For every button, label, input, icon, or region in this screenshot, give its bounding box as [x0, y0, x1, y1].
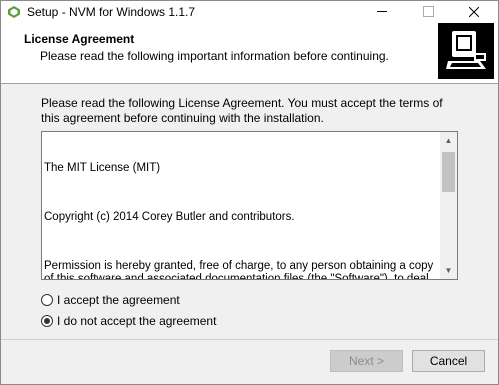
minimize-icon [377, 11, 387, 13]
license-text: The MIT License (MIT) Copyright (c) 2014… [44, 136, 436, 280]
accept-radio-button[interactable] [41, 294, 53, 306]
license-scrollbar[interactable]: ▲ ▼ [440, 132, 457, 279]
setup-computer-icon [438, 23, 494, 79]
wizard-header: License Agreement Please read the follow… [1, 23, 498, 84]
setup-window: Setup - NVM for Windows 1.1.7 License Ag… [0, 0, 499, 385]
maximize-icon [422, 6, 434, 18]
decline-agreement-option[interactable]: I do not accept the agreement [41, 314, 216, 328]
footer-divider [1, 339, 498, 340]
window-title: Setup - NVM for Windows 1.1.7 [27, 5, 196, 19]
title-bar[interactable]: Setup - NVM for Windows 1.1.7 [1, 1, 498, 23]
decline-radio-button[interactable] [41, 315, 53, 327]
cancel-button[interactable]: Cancel [412, 350, 485, 372]
license-copyright: Copyright (c) 2014 Corey Butler and cont… [44, 211, 295, 223]
close-icon [468, 6, 480, 18]
scrollbar-thumb[interactable] [442, 152, 455, 192]
nvm-app-icon [8, 6, 20, 18]
close-button[interactable] [451, 1, 497, 23]
maximize-button[interactable] [405, 1, 451, 23]
license-text-area[interactable]: The MIT License (MIT) Copyright (c) 2014… [41, 131, 458, 280]
decline-agreement-label[interactable]: I do not accept the agreement [57, 314, 216, 328]
accept-agreement-option[interactable]: I accept the agreement [41, 293, 180, 307]
scroll-down-icon[interactable]: ▼ [440, 262, 457, 279]
license-instructions: Please read the following License Agreem… [41, 96, 443, 125]
next-button[interactable]: Next > [330, 350, 403, 372]
scroll-up-icon[interactable]: ▲ [440, 132, 457, 149]
minimize-button[interactable] [359, 1, 405, 23]
accept-agreement-label[interactable]: I accept the agreement [57, 293, 180, 307]
license-permission: Permission is hereby granted, free of ch… [44, 260, 434, 280]
page-subtitle: Please read the following important info… [40, 49, 389, 63]
page-title: License Agreement [24, 32, 135, 46]
license-heading: The MIT License (MIT) [44, 162, 161, 174]
